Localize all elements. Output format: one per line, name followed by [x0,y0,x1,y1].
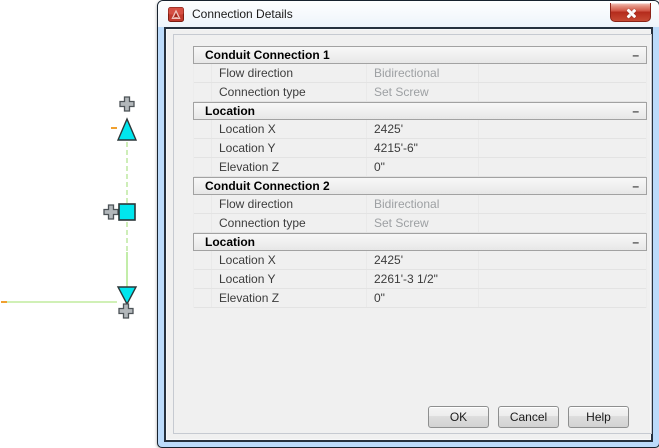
row-label: Location Y [212,139,367,157]
dialog-titlebar[interactable]: Connection Details [158,1,659,27]
row-value: Bidirectional [367,195,479,213]
row-value[interactable]: 0" [367,158,479,176]
row-value: Set Screw [367,214,479,232]
property-row: Location Y 2261'-3 1/2" [194,270,646,289]
row-gutter [194,214,212,232]
section-rows: Flow direction Bidirectional Connection ty… [193,64,647,102]
property-grid: Conduit Connection 1– Flow direction Bidir… [193,46,647,308]
property-row: Elevation Z 0" [194,289,646,308]
property-row: Location Y 4215'-6" [194,139,646,158]
row-gutter [194,120,212,138]
row-gutter [194,195,212,213]
section-title: Conduit Connection 1 [205,48,330,62]
section-header[interactable]: Conduit Connection 2 – [193,177,647,195]
help-button[interactable]: Help [568,406,629,428]
row-filler [479,139,646,157]
section-rows: Location X 2425' Location Y 4215'-6" Elevati… [193,120,647,177]
row-filler [479,195,646,213]
section-title: Location [205,104,255,118]
row-filler [479,158,646,176]
row-filler [479,120,646,138]
row-value[interactable]: 4215'-6" [367,139,479,157]
section-header[interactable]: Conduit Connection 1 – [193,46,647,64]
connection-grip-triangle-up[interactable] [116,117,138,141]
autocad-canvas: Connection Details Conduit Connection 1 –… [0,0,659,448]
connection-details-dialog: Connection Details Conduit Connection 1 –… [157,0,659,448]
dialog-title: Connection Details [192,7,293,21]
row-label: Elevation Z [212,158,367,176]
row-filler [479,251,646,269]
property-row: Flow direction Bidirectional [194,195,646,214]
section-title: Location [205,235,255,249]
row-gutter [194,64,212,82]
property-row: Location X 2425' [194,251,646,270]
collapse-button[interactable]: – [632,48,639,62]
autocad-app-icon [168,6,184,22]
row-value: Set Screw [367,83,479,101]
row-label: Connection type [212,83,367,101]
crosshair-grip-icon[interactable] [119,96,135,112]
collapse-button[interactable]: – [632,104,639,118]
connection-grip-triangle-down[interactable] [116,286,138,306]
row-value[interactable]: 0" [367,289,479,307]
row-label: Elevation Z [212,289,367,307]
row-label: Flow direction [212,195,367,213]
row-gutter [194,139,212,157]
close-button[interactable] [610,3,651,22]
connection-node-square[interactable] [118,203,136,221]
cancel-button[interactable]: Cancel [498,406,559,428]
section-rows: Location X 2425' Location Y 2261'-3 1/2" Ele… [193,251,647,308]
collapse-button[interactable]: – [632,235,639,249]
ok-button[interactable]: OK [428,406,489,428]
row-filler [479,83,646,101]
section-header[interactable]: Location – [193,102,647,120]
row-value: Bidirectional [367,64,479,82]
section-title: Conduit Connection 2 [205,179,330,193]
row-value[interactable]: 2425' [367,251,479,269]
property-row: Location X 2425' [194,120,646,139]
property-row: Connection type Set Screw [194,214,646,233]
crosshair-grip-icon[interactable] [103,204,119,220]
row-filler [479,214,646,232]
row-gutter [194,270,212,288]
row-gutter [194,158,212,176]
row-label: Location Y [212,270,367,288]
row-label: Flow direction [212,64,367,82]
row-gutter [194,83,212,101]
close-icon [625,8,636,19]
row-gutter [194,251,212,269]
row-gutter [194,289,212,307]
row-filler [479,289,646,307]
row-filler [479,270,646,288]
crosshair-grip-icon[interactable] [118,303,134,319]
collapse-button[interactable]: – [632,179,639,193]
section-header[interactable]: Location – [193,233,647,251]
property-row: Elevation Z 0" [194,158,646,177]
row-label: Location X [212,251,367,269]
dialog-content: Conduit Connection 1– Flow direction Bidir… [164,27,653,442]
row-label: Location X [212,120,367,138]
row-value[interactable]: 2261'-3 1/2" [367,270,479,288]
property-row: Connection type Set Screw [194,83,646,102]
row-label: Connection type [212,214,367,232]
row-value[interactable]: 2425' [367,120,479,138]
section-rows: Flow direction Bidirectional Connection ty… [193,195,647,233]
row-filler [479,64,646,82]
property-row: Flow direction Bidirectional [194,64,646,83]
